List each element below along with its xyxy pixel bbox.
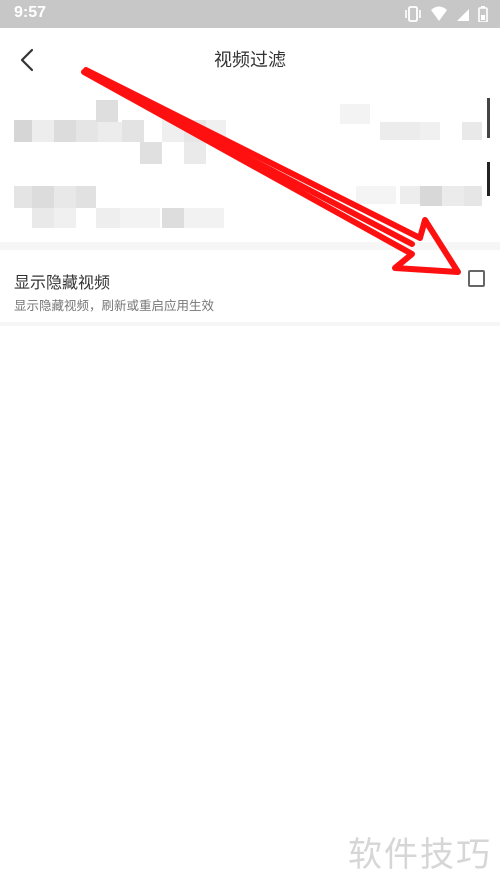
mosaic-block — [54, 208, 76, 228]
mosaic-block — [98, 122, 122, 142]
section-divider — [0, 322, 500, 326]
battery-icon — [478, 6, 488, 22]
wifi-icon — [431, 6, 447, 21]
scroll-indicator — [487, 162, 490, 196]
mosaic-block — [122, 120, 144, 142]
mosaic-block — [14, 120, 32, 142]
mosaic-block — [400, 186, 420, 204]
mosaic-block — [184, 120, 206, 142]
scroll-indicator — [487, 98, 490, 138]
mosaic-block — [14, 186, 32, 208]
mosaic-block — [340, 104, 370, 124]
mosaic-block — [120, 208, 160, 228]
mosaic-block — [380, 122, 420, 140]
setting-description: 显示隐藏视频，刷新或重启应用生效 — [14, 298, 215, 313]
mosaic-block — [356, 186, 396, 204]
vibrate-icon — [405, 6, 421, 22]
filter-list-redacted — [0, 90, 500, 242]
mosaic-block — [54, 186, 76, 208]
mosaic-block — [206, 120, 226, 142]
mosaic-block — [32, 186, 54, 208]
signal-icon — [457, 9, 469, 21]
setting-title: 显示隐藏视频 — [14, 273, 111, 292]
mosaic-block — [140, 142, 162, 164]
status-time: 9:57 — [14, 4, 47, 21]
mosaic-block — [96, 208, 120, 228]
watermark: 软件技巧 — [348, 835, 492, 875]
section-divider — [0, 242, 500, 250]
mosaic-block — [184, 208, 224, 228]
mosaic-block — [32, 208, 54, 228]
app-header: 视频过滤 — [0, 28, 500, 90]
mosaic-block — [96, 100, 118, 122]
show-hidden-videos-row[interactable]: 显示隐藏视频 显示隐藏视频，刷新或重启应用生效 — [0, 250, 500, 322]
mosaic-block — [54, 120, 76, 142]
status-bar: 9:57 — [0, 0, 500, 28]
mosaic-block — [76, 186, 96, 208]
mosaic-block — [32, 120, 54, 142]
mosaic-block — [420, 186, 442, 206]
page-title: 视频过滤 — [214, 50, 286, 71]
status-icons — [404, 5, 488, 23]
mosaic-block — [464, 186, 482, 206]
mosaic-block — [462, 122, 482, 140]
mosaic-block — [442, 186, 464, 206]
mosaic-block — [162, 120, 184, 142]
mosaic-block — [184, 142, 206, 164]
mosaic-block — [162, 208, 184, 228]
mosaic-block — [76, 120, 98, 142]
show-hidden-videos-checkbox[interactable] — [468, 270, 485, 287]
mosaic-block — [420, 122, 440, 140]
